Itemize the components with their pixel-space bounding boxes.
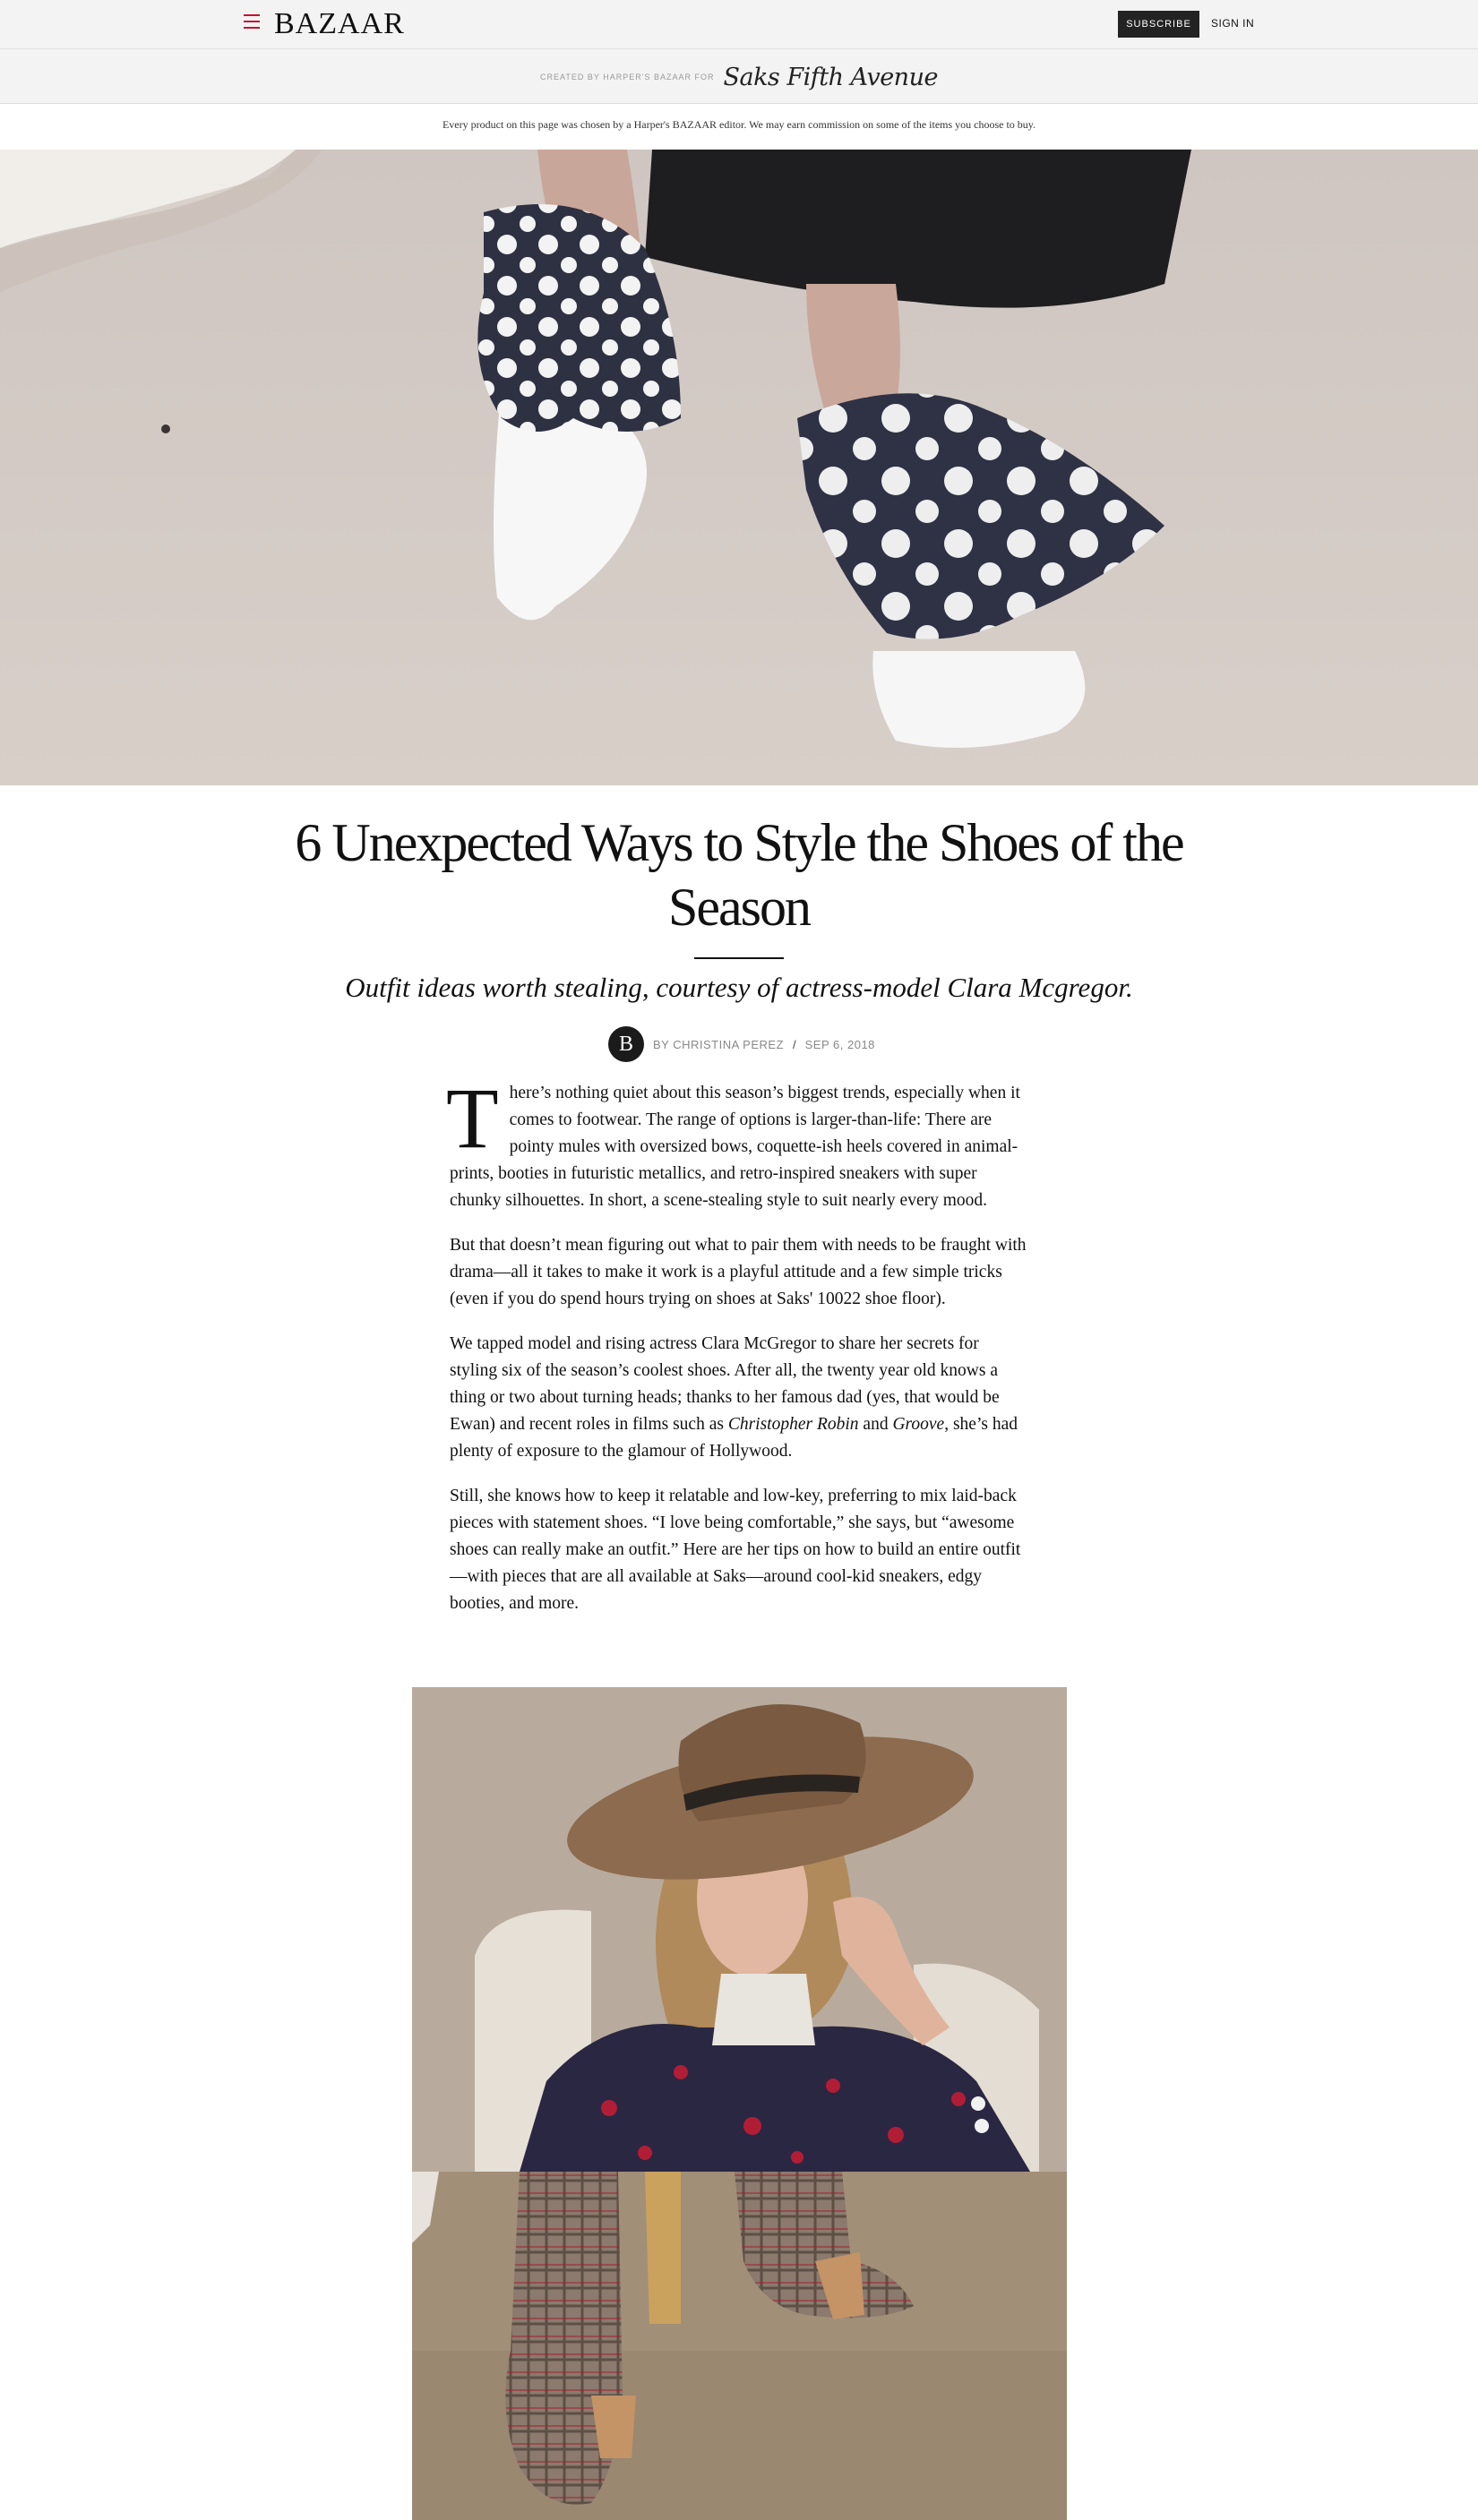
film-title-1: Christopher Robin [727, 1415, 859, 1434]
boots-photo [412, 2172, 1067, 2520]
paragraph-1: There’s nothing quiet about this season’… [446, 1076, 1028, 1214]
drop-cap: T [446, 1070, 499, 1166]
paragraph-3: We tapped model and rising actress Clara… [450, 1331, 1028, 1465]
site-logo[interactable]: BAZAAR [274, 7, 405, 41]
sign-in-link[interactable]: SIGN IN [1211, 17, 1254, 30]
affiliate-disclaimer: Every product on this page was chosen by… [442, 118, 1036, 131]
paragraph-2: But that doesn’t mean figuring out what … [450, 1236, 1027, 1308]
article-title: 6 Unexpected Ways to Style the Shoes of … [295, 813, 1184, 937]
subscribe-button[interactable]: SUBSCRIBE [1118, 11, 1199, 38]
sponsor-label: CREATED BY HARPER'S BAZAAR FOR [540, 73, 715, 81]
paragraph-3-and: and [858, 1415, 893, 1434]
paragraph-4: Still, she knows how to keep it relatabl… [450, 1487, 1021, 1613]
film-title-2: Groove [892, 1415, 945, 1434]
sponsor-bar: CREATED BY HARPER'S BAZAAR FOR Saks Fift… [0, 48, 1478, 104]
partner-logo[interactable]: Saks Fifth Avenue [723, 64, 938, 91]
article-body: There’s nothing quiet about this season’… [446, 1076, 1028, 1635]
portrait-photo [412, 1687, 1067, 2172]
hamburger-menu-icon[interactable] [244, 14, 260, 29]
author-avatar[interactable]: B [608, 1026, 644, 1062]
byline: B BY CHRISTINA PEREZ / SEP 6, 2018 [608, 1026, 875, 1062]
author-name[interactable]: BY CHRISTINA PEREZ [653, 1038, 784, 1051]
publish-date: SEP 6, 2018 [804, 1037, 875, 1051]
article-dek: Outfit ideas worth stealing, courtesy of… [345, 972, 1133, 1003]
byline-separator: / [793, 1037, 796, 1051]
hero-image [0, 150, 1478, 785]
title-divider [694, 957, 784, 959]
paragraph-1-text: here’s nothing quiet about this season’s… [450, 1084, 1020, 1210]
top-header: BAZAAR SUBSCRIBE SIGN IN [0, 0, 1478, 48]
